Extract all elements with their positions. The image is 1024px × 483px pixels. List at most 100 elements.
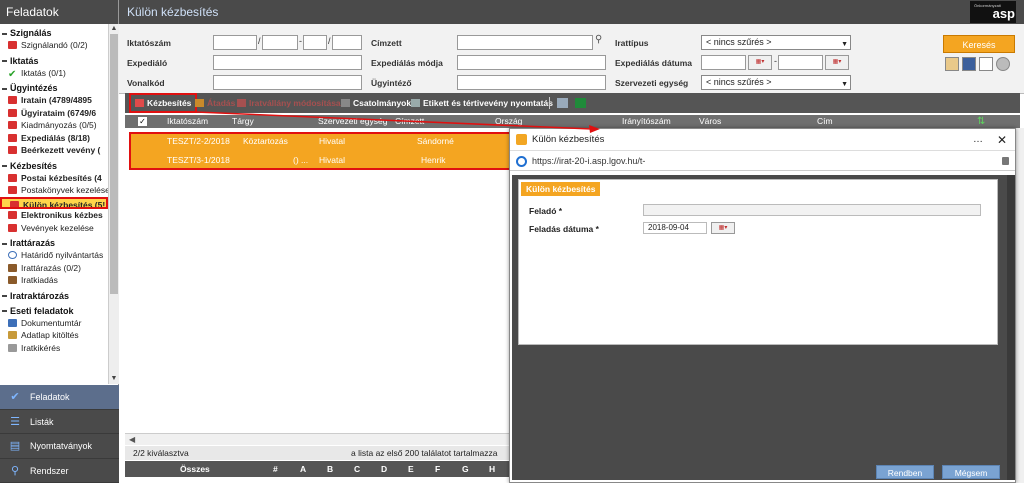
sidebar-scrollbar[interactable]: ▲ ▼ — [108, 24, 119, 384]
minimize-icon[interactable]: … — [973, 129, 983, 151]
col-varos[interactable]: Város — [699, 115, 721, 128]
etikett-button[interactable]: Etikett és tértivevény nyomtatás — [411, 93, 553, 113]
selected-count: 2/2 kiválasztva — [133, 448, 189, 458]
sidebar-item-adatlap[interactable]: Adatlap kitöltés — [0, 329, 108, 342]
col-orszag[interactable]: Ország — [495, 115, 522, 128]
excel-icon[interactable] — [575, 98, 586, 108]
printer-icon[interactable] — [557, 98, 568, 108]
sidebar-item-elektronikus-kezbesites[interactable]: Elektronikus kézbes — [0, 209, 108, 222]
url-bar[interactable]: https://irat-20-i.asp.lgov.hu/t- — [510, 151, 1015, 171]
tab-kulon-kezbesites[interactable]: Külön kézbesítés — [521, 182, 601, 196]
atadas-button[interactable]: Átadás — [195, 93, 235, 113]
alpha-all[interactable]: Összes — [180, 461, 210, 477]
feladas-datuma-input[interactable]: 2018-09-04 — [643, 222, 707, 234]
refresh-icon[interactable]: ⇅ — [977, 115, 985, 128]
nav-nyomtatvanyok[interactable]: ▤ Nyomtatványok — [0, 434, 119, 459]
sidebar-item-iktatas[interactable]: ✔ Iktatás (0/1) — [0, 67, 108, 80]
irattipus-select[interactable]: < nincs szűrés > ▼ — [701, 35, 851, 50]
sidebar-item-hatarido[interactable]: Határidő nyilvántartás — [0, 249, 108, 262]
nav-rendszer[interactable]: ⚲ Rendszer — [0, 459, 119, 483]
calendar-icon[interactable]: ▦▾ — [711, 222, 735, 234]
search-button[interactable]: Keresés — [943, 35, 1015, 53]
col-iranyitoszam[interactable]: Irányítószám — [622, 115, 671, 128]
alpha-f[interactable]: F — [435, 461, 440, 477]
section-iratraktarozas[interactable]: Iratraktározás — [0, 287, 108, 302]
action-toolbar: Kézbesítés Átadás Iratvállány módosítása… — [125, 93, 1020, 113]
iratvallany-button[interactable]: Iratvállány módosítása — [237, 93, 341, 113]
label-expedialas-modja: Expediálás módja — [371, 58, 443, 68]
expedialas-modja-input[interactable] — [457, 55, 606, 70]
vonalkod-input[interactable] — [213, 75, 362, 90]
scroll-down-icon[interactable]: ▼ — [109, 374, 119, 384]
rendben-button[interactable]: Rendben — [876, 465, 934, 479]
new-doc-icon[interactable] — [979, 57, 993, 71]
col-szervezeti-egyseg[interactable]: Szervezeti egység — [318, 115, 387, 128]
alpha-e[interactable]: E — [408, 461, 414, 477]
section-szignalas[interactable]: Szignálás — [0, 24, 108, 39]
sidebar-item-szignalando[interactable]: Szignálandó (0/2) — [0, 39, 108, 52]
save-icon[interactable] — [962, 57, 976, 71]
folder-icon[interactable] — [945, 57, 959, 71]
section-eseti-feladatok[interactable]: Eseti feladatok — [0, 302, 108, 317]
section-kezbesites[interactable]: Kézbesítés — [0, 157, 108, 172]
megsem-button[interactable]: Mégsem — [942, 465, 1000, 479]
sidebar-item-venyek-kezelese[interactable]: Vevények kezelése — [0, 222, 108, 235]
expedialas-datum-from[interactable] — [701, 55, 746, 70]
sidebar-item-postai-kezbesites[interactable]: Postai kézbesítés (4 — [0, 172, 108, 185]
close-icon[interactable]: ✕ — [997, 129, 1007, 151]
dialog-scrollbar[interactable] — [1007, 175, 1015, 480]
iktatoszam-input-4[interactable] — [332, 35, 362, 50]
sidebar-item-irataim[interactable]: Iratain (4789/4895 — [0, 94, 108, 107]
col-cimzett[interactable]: Címzett — [395, 115, 424, 128]
sidebar-item-expedialas[interactable]: Expediálás (8/18) — [0, 132, 108, 145]
felado-input[interactable] — [643, 204, 981, 216]
red-doc-icon — [8, 108, 17, 117]
down-circle-icon[interactable] — [996, 57, 1010, 71]
search-icon[interactable]: ⚲ — [595, 34, 602, 45]
section-ugyintezes[interactable]: Ügyintézés — [0, 79, 108, 94]
alpha-d[interactable]: D — [381, 461, 387, 477]
sidebar-item-dokumentumtar[interactable]: Dokumentumtár — [0, 317, 108, 330]
scroll-up-icon[interactable]: ▲ — [109, 24, 119, 34]
kezbesites-button[interactable]: Kézbesítés — [129, 93, 198, 113]
nav-listak[interactable]: ☰ Listák — [0, 410, 119, 434]
szervezeti-egyseg-select[interactable]: < nincs szűrés > ▼ — [701, 75, 851, 90]
iktatoszam-input-2[interactable] — [262, 35, 298, 50]
alpha-c[interactable]: C — [354, 461, 360, 477]
sidebar-item-beerkezett-veveny[interactable]: Beérkezett vevény ( — [0, 144, 108, 157]
sidebar-item-kulon-kezbesites[interactable]: Külön kézbesítés (5! — [0, 196, 108, 209]
sidebar-item-iratkikeres[interactable]: Iratkikérés — [0, 342, 108, 355]
scroll-left-icon[interactable]: ◀ — [129, 435, 135, 444]
selection-highlight — [129, 132, 512, 170]
cimzett-input[interactable] — [457, 35, 593, 50]
sidebar-item-iratkiadas[interactable]: Iratkiadás — [0, 274, 108, 287]
sidebar-item-postakonyvek[interactable]: Postakönyvek kezelése — [0, 184, 108, 197]
result-limit-note: a lista az első 200 találatot tartalmazz… — [351, 448, 498, 458]
alpha-b[interactable]: B — [327, 461, 333, 477]
alpha-hash[interactable]: # — [273, 461, 278, 477]
alpha-a[interactable]: A — [300, 461, 306, 477]
sidebar-item-ugyirataim[interactable]: Ügyirataim (6749/6 — [0, 107, 108, 120]
col-targy[interactable]: Tárgy — [232, 115, 254, 128]
iktatoszam-input-1[interactable] — [213, 35, 257, 50]
alpha-h[interactable]: H — [489, 461, 495, 477]
ugyintezo-input[interactable] — [457, 75, 606, 90]
calendar-icon[interactable]: ▦▾ — [825, 55, 849, 70]
alpha-g[interactable]: G — [462, 461, 469, 477]
nav-feladatok[interactable]: ✔ Feladatok — [0, 385, 119, 410]
sidebar-item-irattarazas[interactable]: Irattárazás (0/2) — [0, 262, 108, 275]
iktatoszam-input-3[interactable] — [303, 35, 327, 50]
col-cim[interactable]: Cím — [817, 115, 833, 128]
horizontal-scrollbar[interactable]: ◀ — [125, 433, 510, 445]
select-all-checkbox[interactable]: ✓ — [138, 117, 147, 126]
calendar-icon[interactable]: ▦▾ — [748, 55, 772, 70]
label-ugyintezo: Ügyintéző — [371, 78, 412, 88]
section-irattarazas[interactable]: Irattárazás — [0, 234, 108, 249]
col-iktatoszam[interactable]: Iktatószám — [167, 115, 208, 128]
expedialo-input[interactable] — [213, 55, 362, 70]
sidebar-item-kiadmanyozas[interactable]: Kiadmányozás (0/5) — [0, 119, 108, 132]
section-iktatas[interactable]: Iktatás — [0, 52, 108, 67]
expedialas-datum-to[interactable] — [778, 55, 823, 70]
csatolmanyok-button[interactable]: Csatolmányok — [341, 93, 411, 113]
scroll-thumb[interactable] — [110, 34, 118, 294]
